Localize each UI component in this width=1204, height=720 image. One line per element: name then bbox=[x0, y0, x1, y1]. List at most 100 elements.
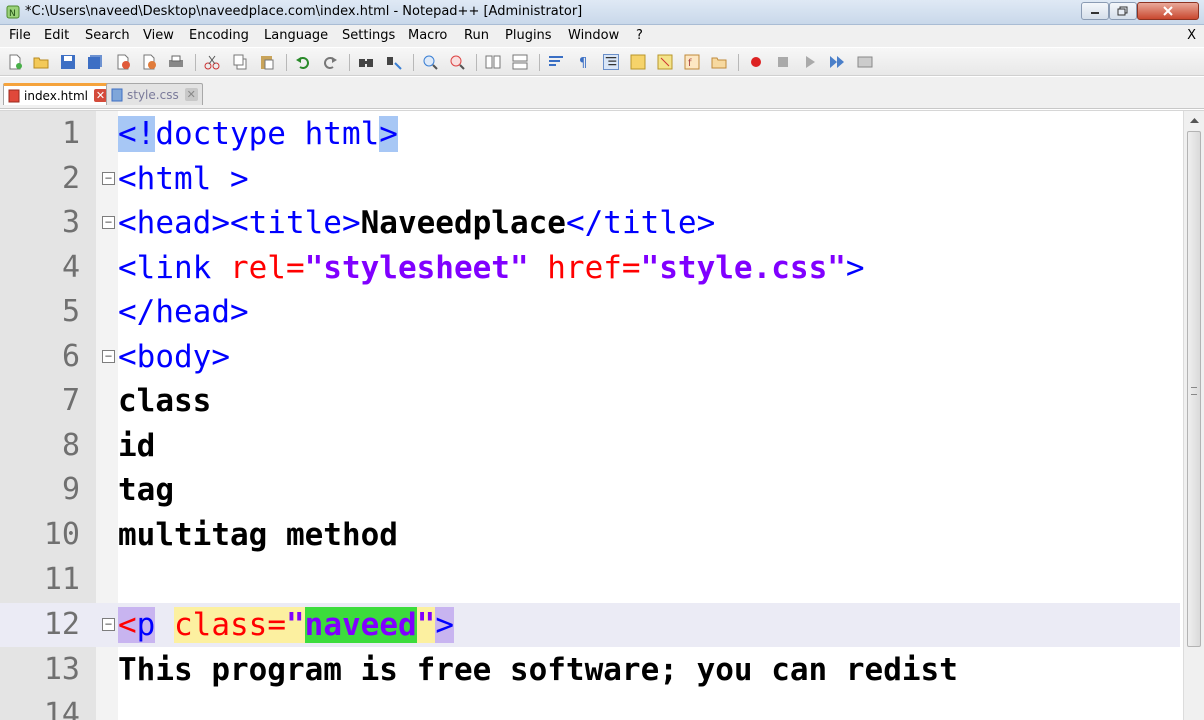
menu-encoding[interactable]: Encoding bbox=[189, 28, 249, 43]
print-icon[interactable] bbox=[168, 54, 184, 70]
run-macro-multiple-icon[interactable] bbox=[829, 54, 845, 70]
toolbar-separator bbox=[286, 54, 287, 71]
restore-icon bbox=[1117, 6, 1128, 16]
close-all-icon[interactable] bbox=[141, 54, 157, 70]
menu-search[interactable]: Search bbox=[85, 28, 130, 43]
toolbar-separator bbox=[539, 54, 540, 71]
code-text: tag bbox=[118, 472, 174, 508]
code-line: 3 − <head><title>Naveedplace</title> bbox=[0, 201, 1180, 245]
stop-macro-icon[interactable] bbox=[775, 54, 791, 70]
sync-vertical-icon[interactable] bbox=[485, 54, 501, 70]
scrollbar-thumb[interactable] bbox=[1187, 131, 1201, 647]
open-file-icon[interactable] bbox=[33, 54, 49, 70]
line-number: 6 bbox=[61, 339, 80, 374]
line-number: 4 bbox=[61, 250, 80, 285]
scrollbar-grip-icon bbox=[1191, 387, 1197, 395]
user-lang-icon[interactable] bbox=[630, 54, 646, 70]
code-line: 5 </head> bbox=[0, 290, 1180, 334]
tab-label: index.html bbox=[24, 88, 88, 103]
minimize-button[interactable] bbox=[1081, 2, 1109, 20]
line-number: 3 bbox=[61, 205, 80, 240]
line-number: 9 bbox=[61, 472, 80, 507]
line-number: 11 bbox=[43, 562, 80, 597]
menu-language[interactable]: Language bbox=[264, 28, 328, 43]
copy-icon[interactable] bbox=[232, 54, 248, 70]
toolbar-separator bbox=[413, 54, 414, 71]
function-list-icon[interactable]: f bbox=[684, 54, 700, 70]
menu-run[interactable]: Run bbox=[464, 28, 489, 43]
paste-icon[interactable] bbox=[259, 54, 275, 70]
menu-settings[interactable]: Settings bbox=[342, 28, 395, 43]
play-macro-icon[interactable] bbox=[802, 54, 818, 70]
line-number: 14 bbox=[43, 697, 80, 720]
tab-close-icon[interactable]: ✕ bbox=[184, 88, 198, 101]
tab-index-html[interactable]: index.html ✕ bbox=[3, 83, 112, 105]
restore-button[interactable] bbox=[1109, 2, 1137, 20]
record-macro-icon[interactable] bbox=[748, 54, 764, 70]
new-file-icon[interactable] bbox=[7, 54, 23, 70]
fold-toggle-icon[interactable]: − bbox=[102, 350, 115, 363]
minimize-icon bbox=[1091, 12, 1099, 14]
file-modified-icon bbox=[8, 89, 20, 102]
code-text: id bbox=[118, 428, 156, 464]
fold-toggle-icon[interactable]: − bbox=[102, 618, 115, 631]
show-all-chars-icon[interactable]: ¶ bbox=[576, 54, 592, 70]
menu-edit[interactable]: Edit bbox=[44, 28, 69, 43]
fold-toggle-icon[interactable]: − bbox=[102, 216, 115, 229]
line-number: 5 bbox=[61, 294, 80, 329]
window-close-button[interactable] bbox=[1137, 2, 1199, 20]
line-number: 8 bbox=[61, 428, 80, 463]
zoom-out-icon[interactable] bbox=[449, 54, 465, 70]
window-title: *C:\Users\naveed\Desktop\naveedplace.com… bbox=[25, 4, 583, 19]
close-icon[interactable] bbox=[115, 54, 131, 70]
menu-file[interactable]: File bbox=[9, 28, 31, 43]
find-icon[interactable] bbox=[358, 54, 374, 70]
indent-guide-icon[interactable] bbox=[603, 54, 619, 70]
menu-help[interactable]: ? bbox=[636, 28, 643, 43]
tab-label: style.css bbox=[127, 87, 179, 102]
current-code-line: 12 − <p class="naveed"> bbox=[0, 603, 1180, 647]
word-wrap-icon[interactable] bbox=[548, 54, 564, 70]
file-saved-icon bbox=[111, 88, 123, 101]
save-macro-icon[interactable] bbox=[857, 54, 873, 70]
menu-macro[interactable]: Macro bbox=[408, 28, 447, 43]
vertical-scrollbar[interactable] bbox=[1183, 111, 1204, 720]
menu-plugins[interactable]: Plugins bbox=[505, 28, 552, 43]
code-line: 8 id bbox=[0, 424, 1180, 468]
redo-icon[interactable] bbox=[322, 54, 338, 70]
save-icon[interactable] bbox=[60, 54, 76, 70]
code-line: 6 − <body> bbox=[0, 335, 1180, 379]
line-number: 13 bbox=[43, 652, 80, 687]
code-line: 4 <link rel="stylesheet" href="style.css… bbox=[0, 246, 1180, 290]
code-text: <body> bbox=[118, 339, 230, 375]
code-text: </head> bbox=[118, 294, 249, 330]
code-text: class bbox=[118, 383, 212, 419]
code-line: 14 bbox=[0, 693, 1180, 720]
doc-map-icon[interactable] bbox=[657, 54, 673, 70]
tab-style-css[interactable]: style.css ✕ bbox=[106, 83, 203, 105]
folder-workspace-icon[interactable] bbox=[711, 54, 727, 70]
code-text: <!doctype html> bbox=[118, 116, 398, 152]
save-all-icon[interactable] bbox=[87, 54, 103, 70]
code-line: 2 − <html > bbox=[0, 157, 1180, 201]
menu-view[interactable]: View bbox=[143, 28, 174, 43]
fold-toggle-icon[interactable]: − bbox=[102, 172, 115, 185]
cut-icon[interactable] bbox=[204, 54, 220, 70]
menu-window[interactable]: Window bbox=[568, 28, 619, 43]
tab-bar: index.html ✕ style.css ✕ bbox=[0, 77, 1204, 109]
scroll-up-button[interactable] bbox=[1184, 111, 1204, 129]
code-text: <head><title>Naveedplace</title> bbox=[118, 205, 716, 241]
code-line: 11 bbox=[0, 558, 1180, 602]
zoom-in-icon[interactable] bbox=[422, 54, 438, 70]
line-number: 12 bbox=[43, 607, 80, 642]
sync-horizontal-icon[interactable] bbox=[512, 54, 528, 70]
undo-icon[interactable] bbox=[295, 54, 311, 70]
menu-bar: File Edit Search View Encoding Language … bbox=[0, 25, 1204, 47]
code-editor[interactable]: 1 <!doctype html> 2 − <html > 3 − <head>… bbox=[0, 110, 1204, 720]
svg-text:N: N bbox=[9, 9, 16, 19]
notepadpp-app-icon: N bbox=[6, 5, 20, 19]
toolbar-separator bbox=[476, 54, 477, 71]
code-line: 10 multitag method bbox=[0, 513, 1180, 557]
close-document-button[interactable]: X bbox=[1187, 28, 1196, 43]
replace-icon[interactable] bbox=[386, 54, 402, 70]
